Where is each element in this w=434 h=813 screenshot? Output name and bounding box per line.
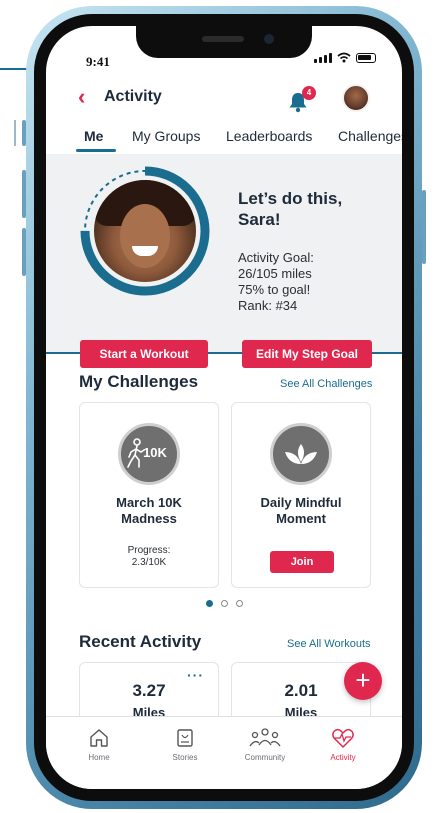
- community-icon: [249, 728, 281, 747]
- carousel-pagination: [206, 600, 243, 607]
- activity-icon: [332, 728, 354, 748]
- notification-count-badge: 4: [302, 86, 316, 100]
- active-tab-indicator: [76, 149, 116, 152]
- user-avatar[interactable]: [342, 84, 370, 112]
- profile-summary: Let’s do this, Sara! Activity Goal: 26/1…: [46, 154, 402, 368]
- goal-percent: 75% to goal!: [238, 282, 311, 297]
- bottom-navigation: Home Stories Community Activity: [46, 716, 402, 789]
- activity-value: 3.27: [132, 681, 166, 700]
- phone-volume-down: [22, 228, 26, 276]
- nav-label: Community: [244, 753, 286, 762]
- walker-icon: 10K: [118, 423, 180, 485]
- edit-step-goal-button[interactable]: Edit My Step Goal: [242, 340, 372, 368]
- greeting-text: Let’s do this, Sara!: [238, 189, 343, 229]
- add-button[interactable]: +: [344, 662, 382, 700]
- challenge-name: Daily Mindful Moment: [260, 495, 342, 526]
- battery-icon: [356, 53, 376, 63]
- challenge-card[interactable]: Daily Mindful Moment Join: [231, 402, 371, 588]
- goal-value: 26/105 miles: [238, 266, 312, 281]
- nav-home[interactable]: Home: [64, 727, 134, 762]
- challenge-badge-label: 10K: [143, 445, 167, 460]
- stories-icon: [177, 729, 193, 747]
- section-title-challenges: My Challenges: [79, 372, 199, 391]
- wifi-icon: [337, 52, 351, 63]
- section-title-recent-activity: Recent Activity: [79, 632, 202, 651]
- front-camera: [264, 34, 274, 44]
- phone-power-button: [422, 190, 426, 264]
- challenge-card[interactable]: 10K March 10K Madness Progress: 2.3/10K: [79, 402, 219, 588]
- carousel-dot[interactable]: [206, 600, 213, 607]
- phone-mute-switch: [22, 120, 26, 146]
- notifications-button[interactable]: 4: [286, 86, 316, 114]
- nav-label: Activity: [330, 753, 356, 762]
- status-icons: [314, 52, 376, 63]
- nav-community[interactable]: Community: [230, 727, 300, 762]
- carousel-dot[interactable]: [236, 600, 243, 607]
- phone-notch: [136, 26, 312, 58]
- start-workout-button[interactable]: Start a Workout: [80, 340, 208, 368]
- challenge-name: March 10K Madness: [116, 495, 182, 526]
- decorative-tick: [14, 120, 16, 146]
- lotus-icon: [270, 423, 332, 485]
- plus-icon: +: [355, 665, 371, 695]
- see-all-workouts-link[interactable]: See All Workouts: [287, 638, 371, 650]
- home-icon: [90, 729, 108, 747]
- tab-my-groups[interactable]: My Groups: [132, 128, 200, 144]
- goal-details: Activity Goal: 26/105 miles 75% to goal!…: [238, 250, 314, 314]
- profile-photo: [94, 180, 196, 282]
- tab-me[interactable]: Me: [84, 128, 103, 144]
- see-all-challenges-link[interactable]: See All Challenges: [280, 378, 372, 390]
- carousel-dot[interactable]: [221, 600, 228, 607]
- back-chevron-icon[interactable]: ‹: [78, 86, 85, 108]
- cellular-signal-icon: [314, 53, 332, 63]
- tab-bar: Me My Groups Leaderboards Challenges: [46, 124, 402, 154]
- app-screen: 9:41 ‹ Activity 4 Me My Groups Leaderboa…: [46, 26, 402, 789]
- rank-text: Rank: #34: [238, 298, 298, 313]
- status-time: 9:41: [86, 54, 110, 69]
- challenge-progress: Progress: 2.3/10K: [80, 545, 218, 569]
- join-challenge-button[interactable]: Join: [270, 551, 334, 573]
- nav-activity[interactable]: Activity: [308, 727, 378, 762]
- phone-volume-up: [22, 170, 26, 218]
- tab-challenges[interactable]: Challenges: [338, 128, 402, 144]
- nav-stories[interactable]: Stories: [150, 727, 220, 762]
- speaker-grille: [202, 36, 244, 42]
- progress-value: 2.3/10K: [131, 557, 167, 568]
- nav-label: Home: [88, 753, 110, 762]
- page-title: Activity: [104, 88, 162, 105]
- tab-leaderboards[interactable]: Leaderboards: [226, 128, 312, 144]
- app-header: ‹ Activity 4: [46, 80, 402, 116]
- nav-label: Stories: [172, 753, 198, 762]
- progress-label: Progress:: [127, 545, 171, 556]
- goal-label: Activity Goal:: [238, 250, 314, 265]
